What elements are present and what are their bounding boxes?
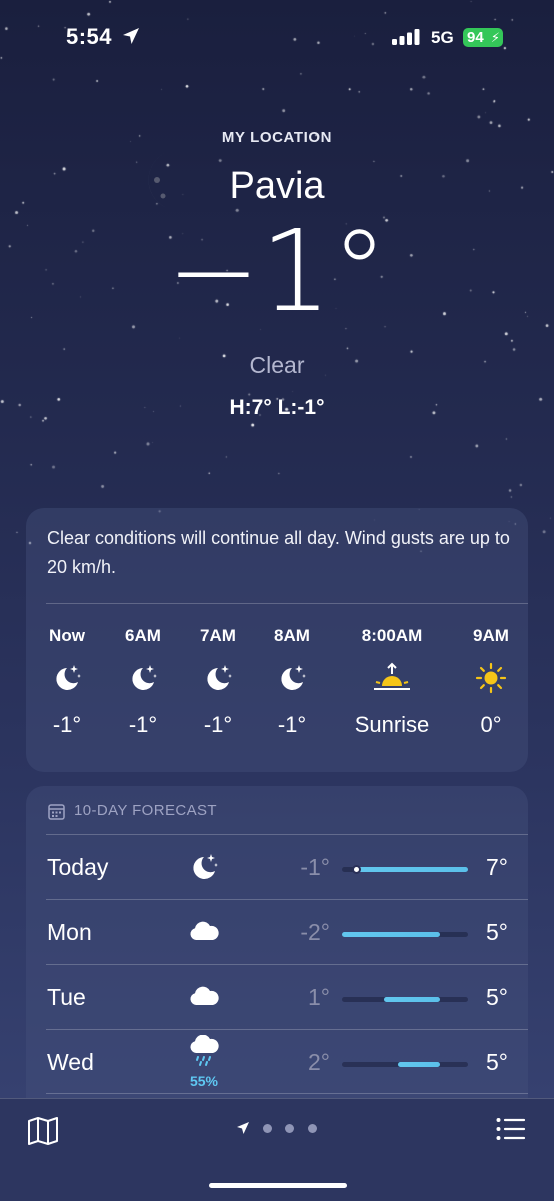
forecast-row-wed[interactable]: Wed 55% 2° 5° [26, 1031, 528, 1095]
forecast-low: -1° [300, 854, 330, 880]
list-icon[interactable] [496, 1117, 526, 1141]
location-label: MY LOCATION [221, 129, 333, 146]
hour-temperature: Sunrise [354, 712, 430, 737]
temperature-range-track [342, 932, 468, 937]
temperature-range-track [342, 1062, 468, 1067]
bottom-toolbar [0, 1098, 554, 1201]
forecast-high: 5° [486, 984, 508, 1010]
forecast-row-today[interactable]: Today -1° 7° [26, 836, 528, 900]
forecast-day: Today [47, 854, 109, 880]
current-temperature: −1° [166, 207, 388, 337]
current-temperature-dot [352, 865, 361, 874]
home-indicator[interactable] [209, 1183, 347, 1188]
forecast-high: 5° [486, 1049, 508, 1075]
divider [46, 899, 528, 900]
ten-day-forecast-card[interactable]: 10-DAY FORECAST Today -1° 7° Mon -2° 5° … [26, 786, 528, 1116]
hour-time: 8:00AM [361, 626, 423, 645]
calendar-icon [48, 804, 65, 820]
map-icon[interactable] [27, 1116, 59, 1146]
hourly-forecast-card[interactable]: Clear conditions will continue all day. … [26, 508, 528, 772]
forecast-day: Mon [47, 919, 92, 945]
forecast-header: 10-DAY FORECAST [48, 802, 217, 820]
cloud-icon [186, 981, 222, 1016]
forecast-row-mon[interactable]: Mon -2° 5° [26, 901, 528, 965]
network-type: 5G [431, 28, 454, 47]
hour-temperature: -1° [277, 712, 307, 737]
hour-time: 9AM [473, 626, 509, 645]
forecast-row-tue[interactable]: Tue 1° 5° [26, 966, 528, 1030]
forecast-low: 1° [308, 984, 330, 1010]
temperature-range-fill [342, 932, 440, 937]
page-dot [263, 1124, 272, 1133]
status-time: 5:54 [66, 24, 113, 49]
location-arrow-icon [123, 28, 139, 44]
charging-bolt-icon: ⚡ [490, 30, 500, 45]
temperature-range-fill [356, 867, 468, 872]
hour-temperature: 0° [480, 712, 502, 737]
forecast-low: 2° [308, 1049, 330, 1075]
page-indicator[interactable] [236, 1121, 326, 1135]
moon-stars-icon [186, 851, 222, 888]
forecast-title: 10-DAY FORECAST [74, 802, 217, 819]
moon-stars-icon [247, 662, 337, 696]
forecast-day: Tue [47, 984, 86, 1010]
forecast-day: Wed [47, 1049, 94, 1075]
battery-level: 94 [467, 29, 484, 46]
city-name: Pavia [229, 165, 325, 207]
hour-time: 8AM [274, 626, 310, 645]
divider [46, 1029, 528, 1030]
weather-summary: Clear conditions will continue all day. … [47, 528, 510, 577]
divider [46, 964, 528, 965]
forecast-high: 5° [486, 919, 508, 945]
high-low-temperature: H:7° L:-1° [229, 396, 325, 419]
battery-indicator: 94 ⚡ [463, 28, 503, 47]
temperature-range-fill [384, 997, 440, 1002]
page-dot [308, 1124, 317, 1133]
location-arrow-icon [237, 1122, 249, 1134]
forecast-high: 7° [486, 854, 508, 880]
sunrise-icon [347, 662, 437, 696]
temperature-range-fill [398, 1062, 440, 1067]
current-condition: Clear [249, 352, 305, 378]
hourly-item: 9AM 0° [446, 626, 536, 738]
cloud-rain-icon [186, 1034, 222, 1072]
page-dot [285, 1124, 294, 1133]
divider [46, 1093, 528, 1094]
precipitation-chance: 55% [189, 1073, 219, 1089]
status-bar: 5:54 5G 94 ⚡ [0, 0, 554, 72]
temperature-range-track [342, 865, 468, 874]
temperature-range-track [342, 997, 468, 1002]
forecast-low: -2° [300, 919, 330, 945]
hourly-item: 8:00AM Sunrise [347, 626, 437, 738]
divider [46, 834, 528, 835]
hourly-item: 8AM -1° [247, 626, 337, 738]
cellular-signal-icon [392, 29, 420, 45]
sun-icon [446, 662, 536, 696]
cloud-icon [186, 916, 222, 951]
divider [46, 603, 528, 604]
